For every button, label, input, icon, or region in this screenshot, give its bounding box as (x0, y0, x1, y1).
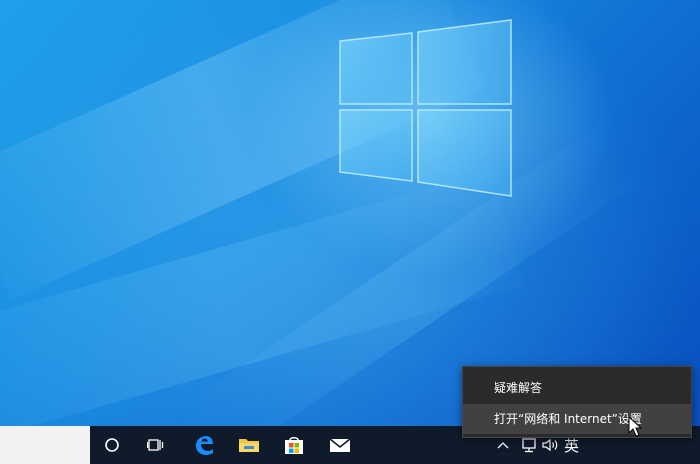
cortana-icon (105, 438, 119, 452)
mail-icon (329, 438, 351, 452)
network-icon (522, 438, 536, 453)
edge-button[interactable] (182, 426, 226, 464)
menu-item-troubleshoot[interactable]: 疑难解答 (463, 373, 691, 403)
edge-icon (196, 436, 213, 455)
network-context-menu: 疑难解答 打开“网络和 Internet”设置 (462, 366, 692, 438)
store-icon (285, 437, 303, 454)
store-button[interactable] (272, 426, 316, 464)
task-view-button[interactable] (134, 426, 178, 464)
mail-button[interactable] (318, 426, 362, 464)
cortana-button[interactable] (90, 426, 134, 464)
file-explorer-icon (239, 439, 259, 452)
menu-item-open-network-settings[interactable]: 打开“网络和 Internet”设置 (463, 404, 691, 434)
chevron-up-icon (497, 442, 509, 449)
task-view-icon (147, 439, 164, 451)
menu-item-label: 打开“网络和 Internet”设置 (494, 412, 642, 426)
mouse-cursor-icon (628, 416, 643, 437)
taskbar-search-box[interactable] (0, 426, 90, 464)
menu-item-label: 疑难解答 (494, 381, 543, 395)
file-explorer-button[interactable] (227, 426, 271, 464)
speaker-icon (542, 438, 558, 452)
